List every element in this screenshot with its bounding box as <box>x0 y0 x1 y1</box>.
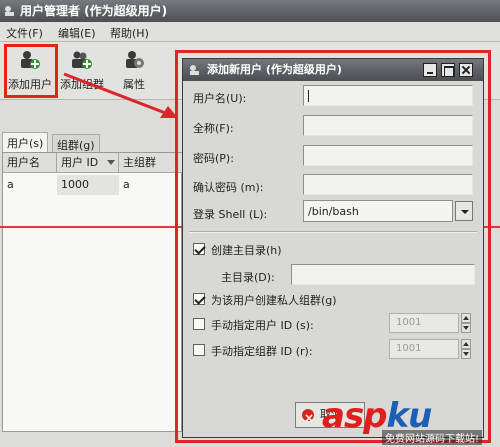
column-uid[interactable]: 用户 ID <box>57 153 119 173</box>
uid-spin-buttons[interactable] <box>461 313 471 333</box>
manual-gid-spinner[interactable]: 1001 <box>389 339 459 359</box>
annotation-arrow <box>63 72 178 118</box>
create-home-checkbox[interactable] <box>193 243 205 255</box>
user-table: 用户名 用户 ID 主组群 a 1000 a <box>2 152 183 432</box>
username-input[interactable] <box>303 85 473 106</box>
column-primary-group[interactable]: 主组群 <box>119 153 183 173</box>
manual-gid-label: 手动指定组群 ID (r): <box>211 345 313 358</box>
close-icon[interactable] <box>459 63 473 77</box>
manual-uid-label: 手动指定用户 ID (s): <box>211 319 314 332</box>
home-dir-label: 主目录(D): <box>221 271 275 284</box>
text-caret <box>308 90 309 102</box>
manual-uid-spinner[interactable]: 1001 <box>389 313 459 333</box>
column-uid-label: 用户 ID <box>61 156 99 169</box>
gid-spin-buttons[interactable] <box>461 339 471 359</box>
cell-username: a <box>7 178 14 191</box>
add-user-highlight-box <box>4 44 58 98</box>
main-window-title: 用户管理者 (作为超级用户) <box>20 4 168 18</box>
password-input[interactable] <box>303 145 473 166</box>
minimize-icon[interactable] <box>423 63 437 77</box>
sort-arrow-icon <box>107 160 115 165</box>
menu-edit[interactable]: 编辑(E) <box>58 25 96 41</box>
fullname-label: 全称(F): <box>193 122 234 135</box>
tab-bar: 用户(s) 组群(g) <box>0 130 180 152</box>
manual-uid-checkbox[interactable] <box>193 318 205 330</box>
username-label: 用户名(U): <box>193 92 247 105</box>
cell-uid: 1000 <box>57 175 119 195</box>
maximize-icon[interactable] <box>441 63 455 77</box>
fullname-input[interactable] <box>303 115 473 136</box>
manual-gid-checkbox[interactable] <box>193 344 205 356</box>
column-username[interactable]: 用户名 <box>3 153 57 173</box>
cancel-icon <box>302 406 314 430</box>
wordmark-part-a: asp <box>322 396 388 436</box>
tab-groups[interactable]: 组群(g) <box>52 134 100 152</box>
spin-up-icon[interactable] <box>461 339 471 349</box>
separator <box>189 231 477 233</box>
dialog-app-icon <box>190 65 199 75</box>
app-icon <box>5 6 14 16</box>
shell-dropdown-chevron-down-icon[interactable] <box>455 201 473 221</box>
create-home-label: 创建主目录(h) <box>211 244 282 257</box>
main-title-bar: 用户管理者 (作为超级用户) <box>0 0 500 22</box>
login-shell-select[interactable]: /bin/bash <box>303 200 453 222</box>
watermark-logo: aspku 免费网站源码下载站! <box>322 396 500 447</box>
password-label: 密码(P): <box>193 152 234 165</box>
add-user-dialog: 添加新用户 (作为超级用户) 用户名(U): 全称(F): 密码(P): 确认密… <box>182 58 484 438</box>
tab-users[interactable]: 用户(s) <box>2 132 49 152</box>
dialog-title: 添加新用户 (作为超级用户) <box>207 63 342 76</box>
spin-up-icon[interactable] <box>461 313 471 323</box>
menu-file[interactable]: 文件(F) <box>6 25 43 41</box>
dialog-title-bar: 添加新用户 (作为超级用户) <box>183 59 483 81</box>
confirm-password-input[interactable] <box>303 174 473 195</box>
table-row[interactable]: a 1000 a <box>3 175 183 195</box>
spin-down-icon[interactable] <box>461 349 471 359</box>
private-group-label: 为该用户创建私人组群(g) <box>211 294 337 307</box>
home-dir-input[interactable] <box>291 264 475 285</box>
login-shell-label: 登录 Shell (L): <box>193 208 268 221</box>
private-group-checkbox[interactable] <box>193 293 205 305</box>
watermark-tagline: 免费网站源码下载站! <box>382 430 483 445</box>
menu-bar: 文件(F) 编辑(E) 帮助(H) <box>0 22 500 42</box>
menu-help[interactable]: 帮助(H) <box>110 25 149 41</box>
table-header: 用户名 用户 ID 主组群 <box>3 153 183 173</box>
confirm-password-label: 确认密码 (m): <box>193 181 264 194</box>
cell-group: a <box>123 178 130 191</box>
spin-down-icon[interactable] <box>461 323 471 333</box>
